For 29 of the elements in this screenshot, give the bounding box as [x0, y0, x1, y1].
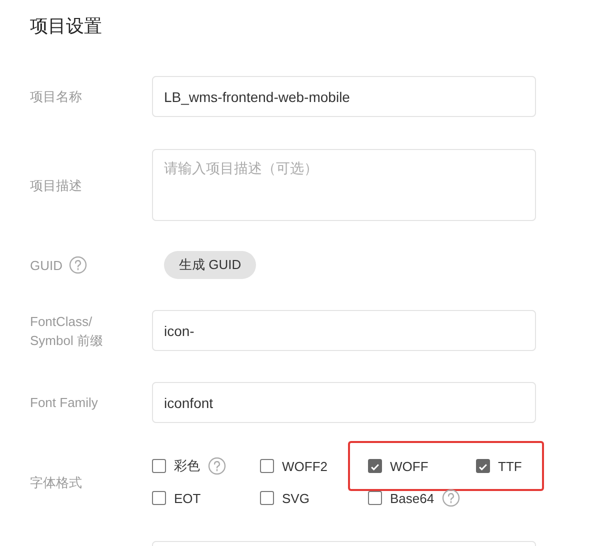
field-label: GUID — [30, 256, 62, 274]
checkbox[interactable] — [260, 491, 274, 505]
checkbox[interactable] — [260, 459, 274, 473]
checkbox[interactable] — [368, 491, 382, 505]
checkbox-label[interactable]: 彩色 — [174, 457, 200, 475]
help-icon[interactable] — [68, 256, 86, 274]
field-label: 字体格式 — [30, 474, 82, 492]
checkbox-label[interactable]: TTF — [498, 458, 522, 474]
help-icon[interactable] — [208, 457, 226, 475]
checkbox[interactable] — [152, 459, 166, 473]
generate-guid-button[interactable]: 生成 GUID — [164, 251, 256, 279]
field-label: 项目描述 — [30, 176, 82, 194]
help-icon[interactable] — [442, 489, 460, 507]
input-field[interactable]: LB_wms-frontend-web-mobile — [152, 76, 536, 117]
field-label: Font Family — [30, 394, 98, 412]
field-label: 项目名称 — [30, 88, 82, 106]
checkbox-label[interactable]: Base64 — [390, 490, 434, 506]
checkbox-label[interactable]: WOFF2 — [282, 458, 328, 474]
checkbox-label[interactable]: SVG — [282, 490, 310, 506]
input-field[interactable]: iconfont — [152, 382, 536, 423]
checkbox[interactable] — [476, 459, 490, 473]
page-title: 项目设置 — [30, 15, 103, 38]
description-field[interactable]: 请输入项目描述（可选） — [152, 149, 536, 221]
field-label: FontClass/ Symbol 前缀 — [30, 312, 103, 350]
checkbox-label[interactable]: WOFF — [390, 458, 428, 474]
checkbox[interactable] — [152, 491, 166, 505]
input-field[interactable]: icon- — [152, 310, 536, 351]
checkbox-label[interactable]: EOT — [174, 490, 201, 506]
checkbox[interactable] — [368, 459, 382, 473]
